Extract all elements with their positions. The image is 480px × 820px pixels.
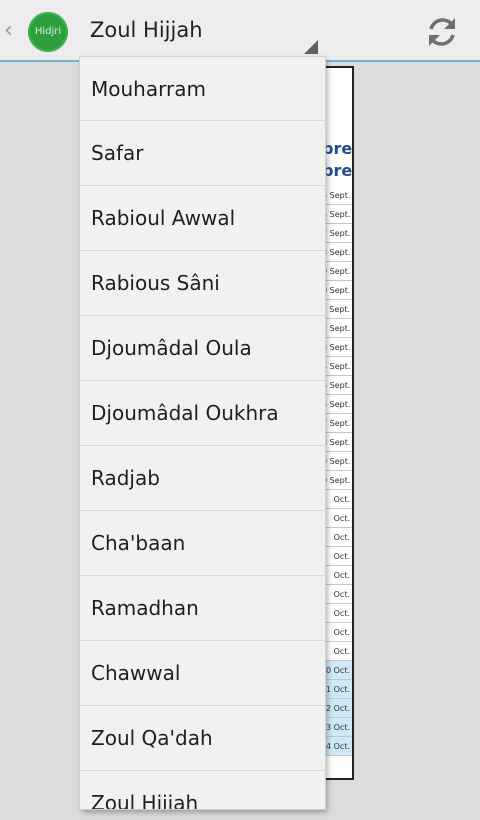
dropdown-item[interactable]: Radjab: [80, 446, 325, 511]
table-row: Oct.: [322, 604, 352, 623]
table-row: Oct.: [322, 509, 352, 528]
table-row: 5 Sept.: [322, 395, 352, 414]
table-row: Oct.: [322, 490, 352, 509]
dropdown-item[interactable]: Zoul Hijjah: [80, 771, 325, 809]
table-header-line-2: bre: [322, 161, 353, 180]
table-row: 7 Sept.: [322, 414, 352, 433]
dropdown-item[interactable]: Safar: [80, 121, 325, 186]
dropdown-item[interactable]: Mouharram: [80, 57, 325, 121]
table-row: Oct.: [322, 528, 352, 547]
table-row: 9 Sept.: [322, 262, 352, 281]
table-row: 0 Oct.: [322, 661, 352, 680]
table-row: 0 Sept.: [322, 471, 352, 490]
table-row: Oct.: [322, 585, 352, 604]
table-header-line-1: bre: [322, 139, 353, 158]
table-row: 7 Sept.: [322, 224, 352, 243]
dropdown-item[interactable]: Cha'baan: [80, 511, 325, 576]
spinner-triangle-icon[interactable]: [304, 40, 318, 54]
dropdown-item[interactable]: Rabioul Awwal: [80, 186, 325, 251]
table-row: Oct.: [322, 547, 352, 566]
action-bar: ‹ Hidjri Zoul Hijjah: [0, 0, 480, 62]
dropdown-item[interactable]: Ramadhan: [80, 576, 325, 641]
dropdown-item[interactable]: Djoumâdal Oukhra: [80, 381, 325, 446]
table-row: 9 Sept.: [322, 452, 352, 471]
table-row: 3 Sept.: [322, 338, 352, 357]
app-logo[interactable]: Hidjri: [28, 12, 68, 52]
dropdown-item[interactable]: Zoul Qa'dah: [80, 706, 325, 771]
table-row: 3 Sept.: [322, 433, 352, 452]
dropdown-item[interactable]: Djoumâdal Oula: [80, 316, 325, 381]
table-row: Sept.: [322, 300, 352, 319]
table-row: 3 Oct.: [322, 718, 352, 737]
table-row: 4 Oct.: [322, 737, 352, 756]
dropdown-item[interactable]: Rabious Sâni: [80, 251, 325, 316]
table-row: 3 Sept.: [322, 243, 352, 262]
table-row: 5 Sept.: [322, 205, 352, 224]
table-row: 4 Sept.: [322, 357, 352, 376]
table-rows: 5 Sept. 5 Sept. 7 Sept. 3 Sept. 9 Sept. 0 Sep…: [322, 186, 352, 756]
table-row: 0 Sept.: [322, 281, 352, 300]
app-logo-text: Hidjri: [34, 26, 62, 37]
table-header: bre bre: [322, 138, 352, 182]
month-dropdown: Mouharram Safar Rabioul Awwal Rabious Sâni D…: [80, 57, 325, 809]
dropdown-item[interactable]: Chawwal: [80, 641, 325, 706]
table-row: Oct.: [322, 623, 352, 642]
refresh-icon[interactable]: [424, 14, 460, 50]
table-row: 5 Sept.: [322, 376, 352, 395]
table-row: 2 Sept.: [322, 319, 352, 338]
table-row: 1 Oct.: [322, 680, 352, 699]
chevron-left-icon[interactable]: ‹: [4, 18, 13, 43]
calendar-table-fragment: bre bre 5 Sept. 5 Sept. 7 Sept. 3 Sept. 9 Se…: [322, 66, 354, 780]
table-row: Oct.: [322, 642, 352, 661]
table-row: 5 Sept.: [322, 186, 352, 205]
table-row: Oct.: [322, 566, 352, 585]
table-row: 2 Oct.: [322, 699, 352, 718]
month-spinner-title[interactable]: Zoul Hijjah: [90, 18, 203, 42]
